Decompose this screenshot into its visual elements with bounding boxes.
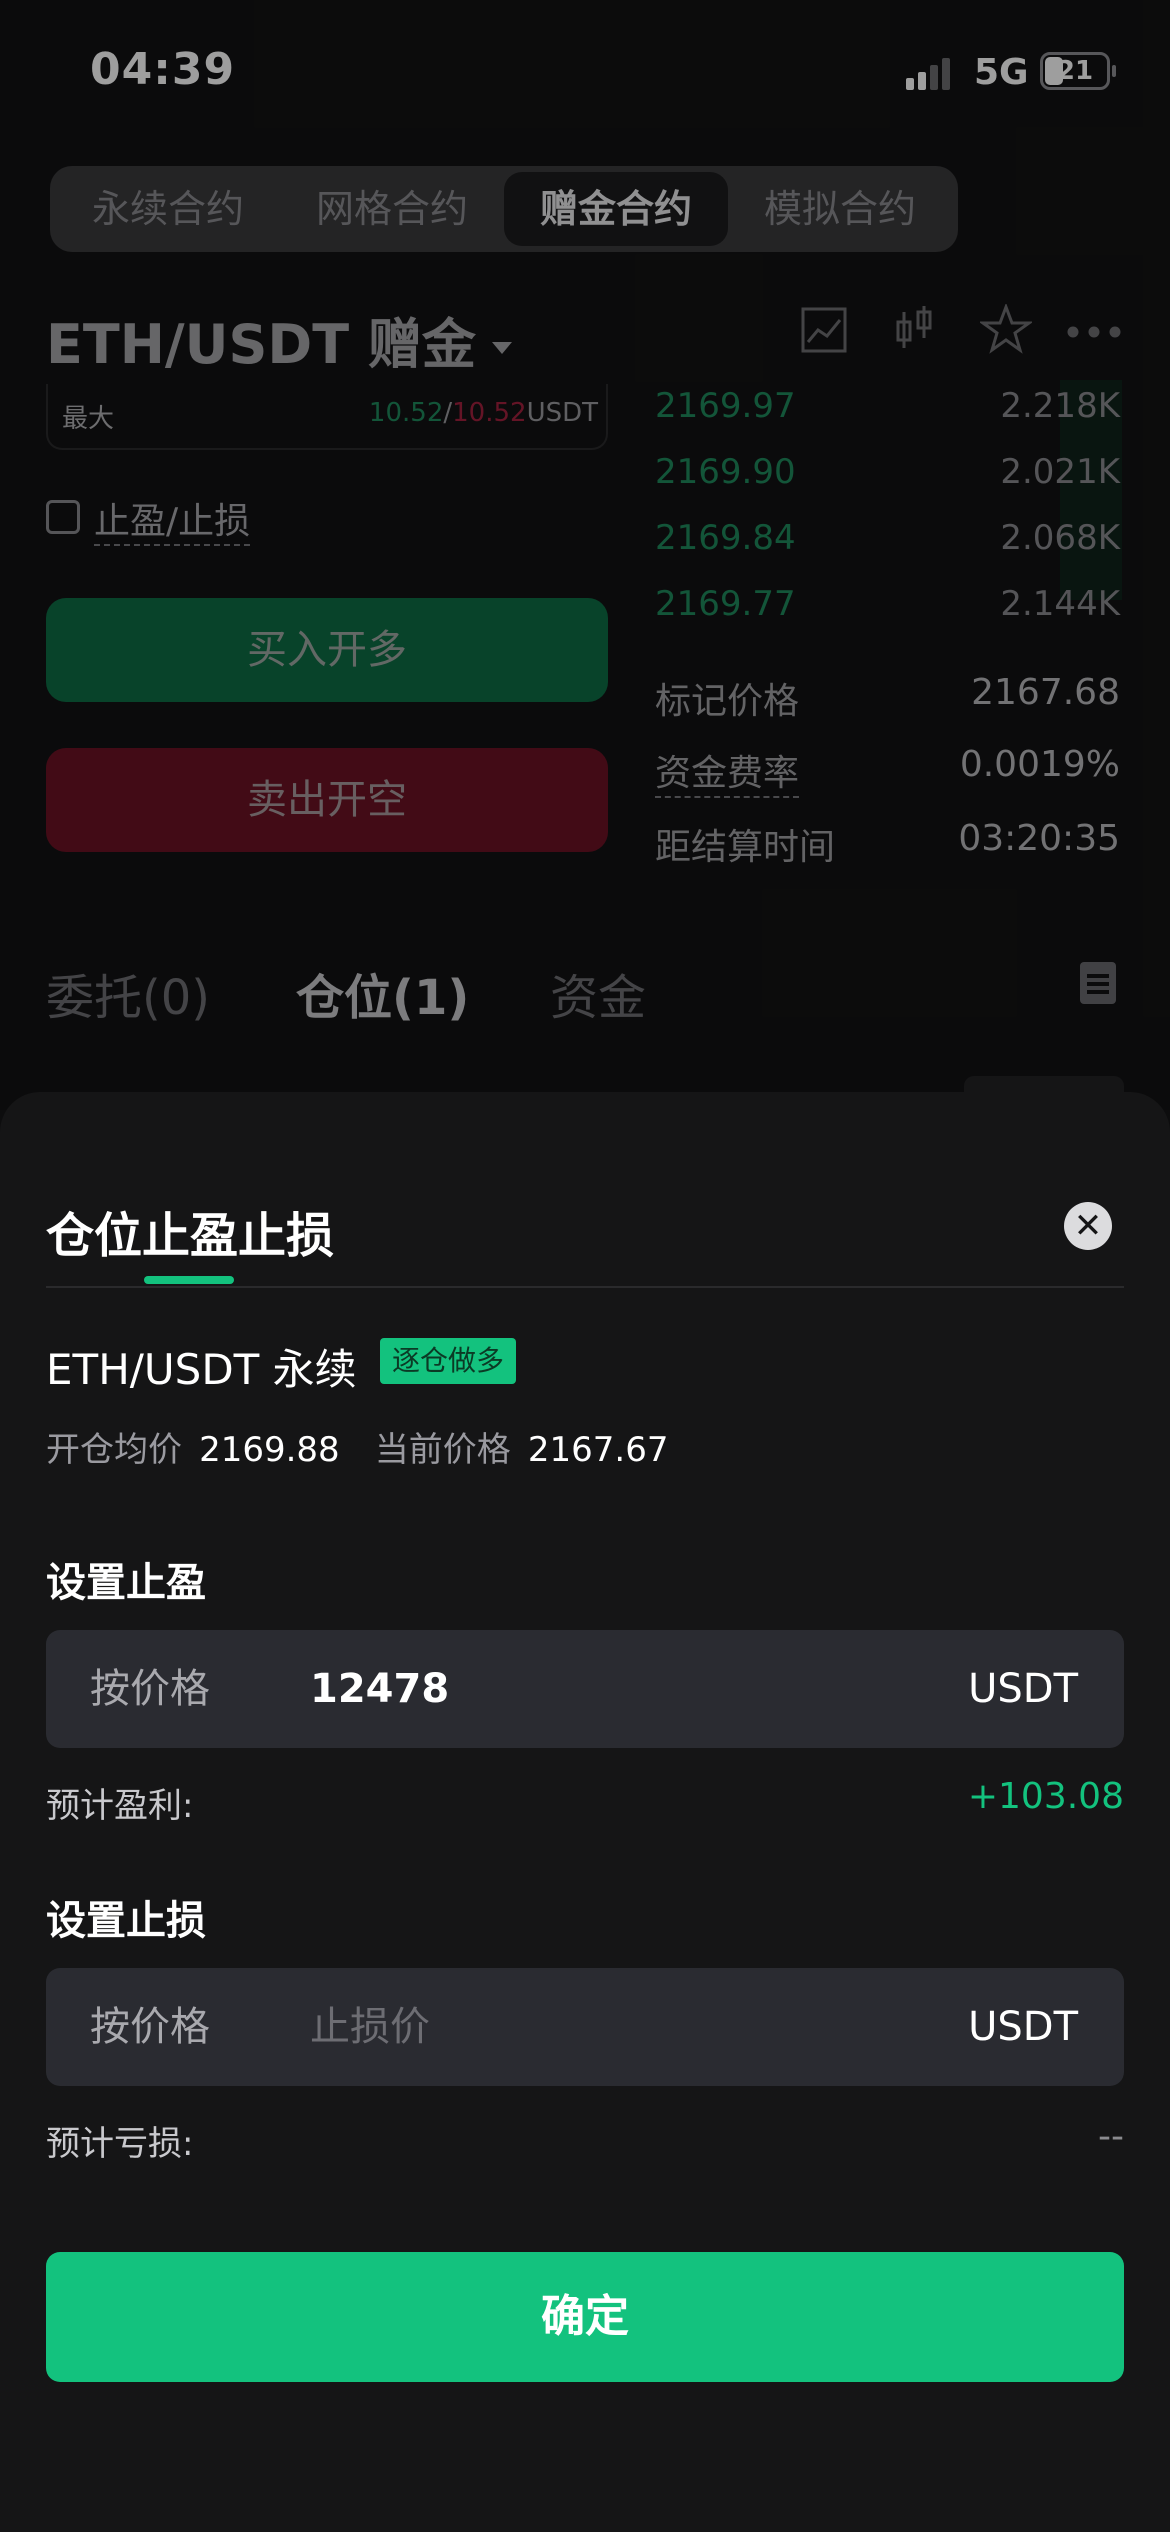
tp-price-value[interactable]: 12478 [310, 1630, 449, 1748]
sl-mode-selector[interactable]: 按价格 [90, 1968, 210, 2086]
loss-label: 预计亏损: [46, 2124, 194, 2164]
current-price-value: 2167.67 [527, 1430, 669, 1470]
position-pair: ETH/USDT 永续 [46, 1345, 357, 1394]
open-price-label: 开仓均价 [46, 1430, 182, 1470]
position-type-badge: 逐仓做多 [380, 1338, 517, 1384]
price-info-row: 开仓均价 2169.88 当前价格 2167.67 [46, 1422, 669, 1471]
take-profit-heading: 设置止盈 [46, 1560, 206, 1606]
current-price-label: 当前价格 [374, 1430, 511, 1470]
tp-unit: USDT [968, 1666, 1078, 1712]
profit-value: +103.08 [967, 1776, 1124, 1817]
divider [46, 1286, 1124, 1288]
take-profit-input[interactable]: 按价格 12478 USDT [46, 1630, 1124, 1748]
open-price-value: 2169.88 [199, 1430, 340, 1470]
confirm-button[interactable]: 确定 [46, 2252, 1124, 2382]
sheet-title: 仓位止盈止损 [46, 1208, 335, 1264]
sl-price-placeholder[interactable]: 止损价 [310, 1968, 430, 2086]
title-indicator [144, 1276, 234, 1284]
stop-loss-heading: 设置止损 [46, 1898, 206, 1944]
stop-loss-input[interactable]: 按价格 止损价 USDT [46, 1968, 1124, 2086]
modal-overlay[interactable] [0, 0, 1170, 1110]
close-icon[interactable]: ✕ [1064, 1202, 1112, 1250]
sl-unit: USDT [968, 2004, 1078, 2050]
loss-value: -- [1098, 2116, 1124, 2157]
tp-mode-selector[interactable]: 按价格 [90, 1630, 210, 1748]
profit-label: 预计盈利: [46, 1786, 194, 1826]
